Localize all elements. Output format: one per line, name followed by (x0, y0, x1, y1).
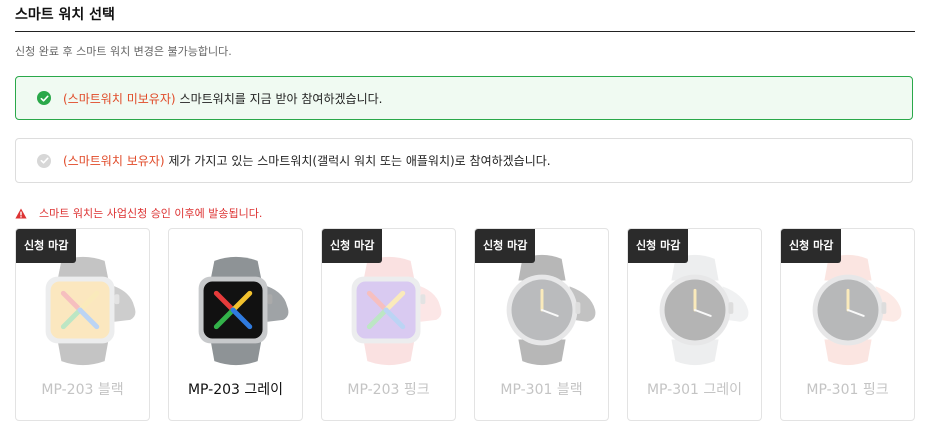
closed-badge: 신청 마감 (322, 229, 383, 263)
product-card[interactable]: 신청 마감 MP-301 그레이 (627, 228, 762, 421)
closed-badge: 신청 마감 (628, 229, 689, 263)
product-name: MP-301 블랙 (500, 382, 583, 398)
smartwatch-image (45, 256, 136, 366)
smartwatch-image (198, 256, 289, 366)
smartwatch-image (351, 256, 442, 366)
smartwatch-image (659, 254, 749, 366)
title-divider (15, 31, 915, 32)
option-tag: (스마트워치 보유자) (63, 154, 165, 168)
closed-badge: 신청 마감 (475, 229, 536, 263)
option-text: 스마트워치를 지금 받아 참여하겠습니다. (179, 91, 383, 106)
product-card[interactable]: MP-203 그레이 (168, 228, 303, 421)
watch-select-section: 스마트 워치 선택 신청 완료 후 스마트 워치 변경은 불가능합니다. (스마… (0, 0, 928, 430)
smartwatch-image (506, 254, 596, 366)
closed-badge: 신청 마감 (16, 229, 77, 263)
shipping-warning: 스마트 워치는 사업신청 승인 이후에 발송됩니다. (15, 205, 262, 221)
product-grid: 신청 마감 MP-203 블랙 MP-203 그레이 신청 마감 MP-203 … (15, 228, 915, 421)
closed-badge: 신청 마감 (781, 229, 842, 263)
product-name: MP-301 그레이 (646, 382, 743, 398)
product-name: MP-203 핑크 (347, 382, 430, 398)
warning-text: 스마트 워치는 사업신청 승인 이후에 발송됩니다. (39, 207, 263, 220)
option-own-watch[interactable]: (스마트워치 보유자) 제가 가지고 있는 스마트워치(갤럭시 워치 또는 애플… (15, 138, 913, 183)
check-circle-icon (37, 153, 51, 168)
change-notice: 신청 완료 후 스마트 워치 변경은 불가능합니다. (15, 45, 232, 58)
check-circle-icon (37, 91, 51, 105)
product-name: MP-301 핑크 (806, 382, 889, 398)
option-tag: (스마트워치 미보유자) (63, 91, 176, 106)
product-card[interactable]: 신청 마감 MP-203 핑크 (321, 228, 456, 421)
product-name: MP-203 블랙 (41, 382, 124, 398)
option-text: 제가 가지고 있는 스마트워치(갤럭시 워치 또는 애플워치)로 참여하겠습니다… (168, 154, 551, 168)
warning-triangle-icon (15, 208, 27, 218)
product-card[interactable]: 신청 마감 MP-203 블랙 (15, 228, 150, 421)
smartwatch-image (812, 254, 902, 366)
product-card[interactable]: 신청 마감 MP-301 핑크 (780, 228, 915, 421)
section-title: 스마트 워치 선택 (15, 7, 115, 23)
option-no-watch[interactable]: (스마트워치 미보유자) 스마트워치를 지금 받아 참여하겠습니다. (15, 76, 913, 120)
product-card[interactable]: 신청 마감 MP-301 블랙 (474, 228, 609, 421)
product-name: MP-203 그레이 (187, 382, 284, 398)
